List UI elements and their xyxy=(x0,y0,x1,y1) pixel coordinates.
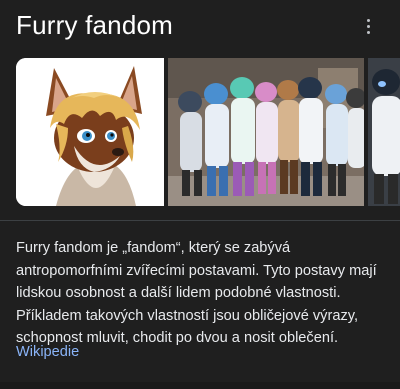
wikipedia-source-link[interactable]: Wikipedie xyxy=(16,341,79,363)
fursuiters-group-photo[interactable] xyxy=(168,58,364,206)
knowledge-panel: Furry fandom Furry fandom je „fandom“, k… xyxy=(0,0,400,389)
description-text: Furry fandom je „fandom“, který se zabýv… xyxy=(16,240,377,347)
more-dot xyxy=(366,24,370,28)
more-dot xyxy=(366,30,370,34)
more-vert-icon[interactable] xyxy=(356,14,380,38)
fursuit-partial-image[interactable] xyxy=(368,58,400,206)
more-dot xyxy=(366,18,370,22)
cartoon-fox-character-image[interactable] xyxy=(16,58,164,206)
bottom-edge xyxy=(0,382,400,389)
image-gallery xyxy=(16,58,400,206)
panel-title: Furry fandom xyxy=(16,10,174,40)
section-divider xyxy=(0,220,400,221)
